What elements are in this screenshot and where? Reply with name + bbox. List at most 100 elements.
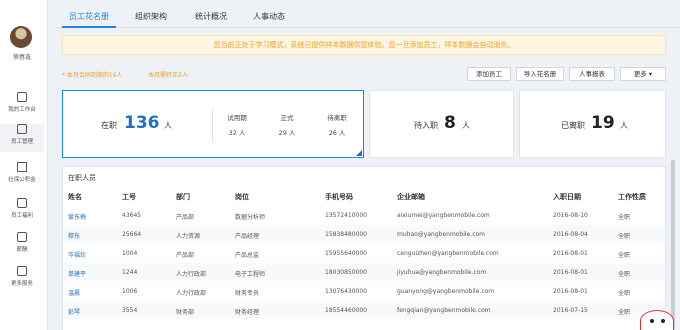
briefcase-icon <box>17 232 27 242</box>
cell-hire-date: 2016-08-01 <box>553 250 588 257</box>
column-header-hire-date[interactable]: 入职日期 <box>553 192 581 202</box>
user-name: 蔡春鑫 <box>12 54 31 61</box>
cell-work-type: 全职 <box>618 252 631 259</box>
cell-department: 人力行政部 <box>176 271 207 278</box>
cell-name[interactable]: 单建平 <box>68 269 86 278</box>
cell-work-type: 全职 <box>618 290 631 297</box>
cell-email: jiyuhua@yangbenmobile.com <box>397 269 487 276</box>
cell-department: 人力资源 <box>176 233 201 240</box>
nav-label: 更多服务 <box>10 281 33 287</box>
cell-position: 财务经理 <box>235 309 260 316</box>
nav-item-benefits[interactable]: 员工福利 <box>0 198 44 226</box>
cell-name[interactable]: 彭琴 <box>68 307 80 316</box>
id-card-icon <box>17 124 27 134</box>
tab-org-structure[interactable]: 组织架构 <box>128 11 174 28</box>
cell-id: 3554 <box>122 307 138 314</box>
column-header-work-type[interactable]: 工作性质 <box>618 192 646 202</box>
nav-item-employee-management[interactable]: 员工管理 <box>0 124 44 152</box>
avatar[interactable] <box>10 26 32 48</box>
cell-department: 产品部 <box>176 252 195 259</box>
column-header-name[interactable]: 姓名 <box>68 192 82 202</box>
tab-roster[interactable]: 员工花名册 <box>62 11 116 28</box>
monitor-icon <box>17 92 27 102</box>
cell-phone: 18030850000 <box>325 269 367 276</box>
cell-email: fengqian@yangbenmobile.com <box>397 307 491 314</box>
nav-label: 我的工作台 <box>8 107 36 113</box>
cell-position: 产品总监 <box>235 252 260 259</box>
column-header-phone[interactable]: 手机号码 <box>325 192 353 202</box>
left-label: 已离职 <box>561 121 585 130</box>
cell-phone: 15955640000 <box>325 250 367 257</box>
left-unit: 人 <box>620 121 628 130</box>
cell-department: 人力行政部 <box>176 290 207 297</box>
nav-label: 员工福利 <box>10 213 33 219</box>
left-count: 19 <box>591 113 615 133</box>
mascot-eye <box>650 319 654 323</box>
probation-label: 试用期 <box>227 114 247 122</box>
onjob-label: 在职 <box>101 121 117 130</box>
nav-label: 员工管理 <box>10 139 33 145</box>
tab-hr-news[interactable]: 人事动态 <box>246 11 292 28</box>
cell-id: 1244 <box>122 269 138 276</box>
column-header-department[interactable]: 部门 <box>176 192 190 202</box>
formal-label: 正式 <box>280 114 294 122</box>
cell-id: 43645 <box>122 212 142 219</box>
pending-unit: 人 <box>462 121 470 130</box>
cell-work-type: 全职 <box>618 271 631 278</box>
top-tabs: 员工花名册 组织架构 统计概况 人事动态 <box>56 8 680 28</box>
cell-hire-date: 2016-08-04 <box>553 231 588 238</box>
pending-stat-card[interactable] <box>369 90 514 158</box>
cell-work-type: 全职 <box>618 309 631 316</box>
nav-label: 薪酬 <box>16 247 28 253</box>
cell-email: guanyong@yangbenmobile.com <box>397 288 495 295</box>
cell-work-type: 全职 <box>618 233 631 240</box>
nav-item-salary[interactable]: 薪酬 <box>0 232 44 260</box>
contract-expiry-warning[interactable]: * 本月合同到期的16人 <box>62 70 123 79</box>
cell-phone: 18554460000 <box>325 307 367 314</box>
add-employee-button[interactable]: 添加员工 <box>467 67 511 81</box>
hr-report-button[interactable]: 人事报表 <box>569 67 615 81</box>
cell-name[interactable]: 温晨 <box>68 288 80 297</box>
probation-warning[interactable]: 本月需转正2人 <box>148 70 188 79</box>
leaving-count: 26 人 <box>328 129 346 137</box>
stat-divider <box>212 108 213 142</box>
column-header-email[interactable]: 企业邮箱 <box>397 192 425 202</box>
onjob-unit: 人 <box>164 121 172 130</box>
mascot-icon[interactable] <box>640 310 674 330</box>
nav-item-workbench[interactable]: 我的工作台 <box>0 92 44 120</box>
nav-item-social-security[interactable]: 社保公积金 <box>0 162 44 190</box>
cell-hire-date: 2016-07-15 <box>553 307 588 314</box>
cell-department: 产品部 <box>176 214 195 221</box>
cell-work-type: 全职 <box>618 214 631 221</box>
column-header-id[interactable]: 工号 <box>122 192 136 202</box>
import-roster-button[interactable]: 导入花名册 <box>516 67 564 81</box>
cell-name[interactable]: 岑福珍 <box>68 250 86 259</box>
cell-hire-date: 2016-08-01 <box>553 269 588 276</box>
pending-count: 8 <box>444 113 456 133</box>
scrollbar[interactable] <box>671 160 675 330</box>
cell-email: cenguizhen@yangbenmobile.com <box>397 250 499 257</box>
gift-icon <box>17 198 27 208</box>
leaving-label: 待离职 <box>327 114 347 122</box>
more-dropdown-button[interactable]: 更多 ▾ <box>620 67 666 81</box>
nav-item-more-services[interactable]: 更多服务 <box>0 266 44 294</box>
cell-hire-date: 2016-08-01 <box>553 288 588 295</box>
cell-position: 数据分析师 <box>235 214 266 221</box>
cell-name[interactable]: 穆东 <box>68 231 80 240</box>
cell-phone: 15838480000 <box>325 231 367 238</box>
cell-name[interactable]: 爱东梅 <box>68 212 86 221</box>
cell-email: aixiumei@yangbenmobile.com <box>397 212 490 219</box>
column-header-position[interactable]: 岗位 <box>235 192 249 202</box>
sidebar: 蔡春鑫 我的工作台 员工管理 社保公积金 员工福利 薪酬 更多服务 <box>0 0 48 330</box>
cell-id: 25664 <box>122 231 142 238</box>
learning-mode-notice: 您当前正处于学习模式，系统已提供样本数据供您体验。您一旦添加员工，样本数据会自动… <box>62 35 666 55</box>
cell-email: muhao@yangbenmobile.com <box>397 231 486 238</box>
cell-position: 电子工程师 <box>235 271 266 278</box>
nav-label: 社保公积金 <box>8 177 36 183</box>
cell-phone: 13076430000 <box>325 288 367 295</box>
cell-position: 财务专员 <box>235 290 260 297</box>
mascot-eye <box>661 319 665 323</box>
onjob-count: 136 <box>124 113 160 133</box>
selected-corner-icon <box>356 150 362 156</box>
tab-statistics[interactable]: 统计概况 <box>188 11 234 28</box>
